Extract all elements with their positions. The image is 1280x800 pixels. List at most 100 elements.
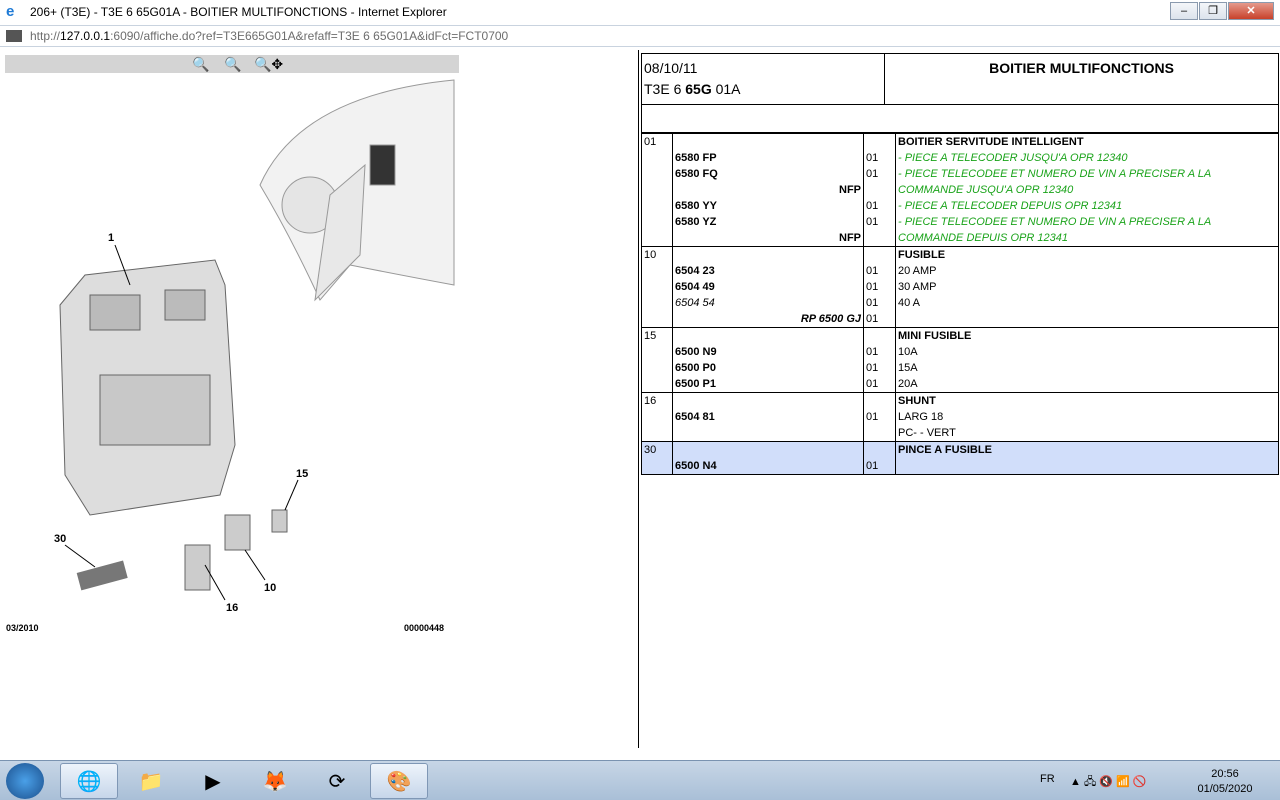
callout-1: 1: [108, 232, 114, 244]
description: - PIECE A TELECODER DEPUIS OPR 12341: [895, 198, 1279, 214]
table-row[interactable]: 30 PINCE A FUSIBLE: [641, 441, 1279, 458]
qty-cell: 01: [863, 409, 896, 425]
url[interactable]: http://127.0.0.1:6090/affiche.do?ref=T3E…: [30, 29, 508, 43]
qty-cell: [863, 182, 896, 198]
description: COMMANDE JUSQU'A OPR 12340: [895, 182, 1279, 198]
table-row[interactable]: NFP COMMANDE JUSQU'A OPR 12340: [641, 182, 1279, 198]
part-number: 6500 P0: [672, 360, 864, 376]
ie-logo-icon: e: [6, 3, 15, 20]
table-row[interactable]: 6500 N9 01 10A: [641, 344, 1279, 360]
taskbar-explorer[interactable]: 📁: [122, 763, 180, 799]
group-title: FUSIBLE: [895, 246, 1279, 263]
part-number: 6500 P1: [672, 376, 864, 393]
ref-cell: [641, 279, 673, 295]
taskbar-firefox[interactable]: 🦊: [246, 763, 304, 799]
table-row[interactable]: 01 BOITIER SERVITUDE INTELLIGENT: [641, 133, 1279, 150]
zoom-out-icon[interactable]: 🔍: [224, 55, 242, 73]
table-row[interactable]: 6504 23 01 20 AMP: [641, 263, 1279, 279]
group-title: MINI FUSIBLE: [895, 327, 1279, 344]
qty-cell: [863, 425, 896, 442]
start-button[interactable]: [6, 763, 44, 799]
table-row[interactable]: PC- - VERT: [641, 425, 1279, 442]
description: 40 A: [895, 295, 1279, 311]
qty-cell: 01: [863, 458, 896, 475]
table-row[interactable]: 6500 N4 01: [641, 458, 1279, 475]
ref-cell: [641, 198, 673, 214]
clock[interactable]: 20:56 01/05/2020: [1185, 767, 1265, 797]
table-row[interactable]: RP 6500 GJ 01: [641, 311, 1279, 328]
table-row[interactable]: 6504 49 01 30 AMP: [641, 279, 1279, 295]
bsi-module: [59, 259, 236, 516]
taskbar-media[interactable]: ▶: [184, 763, 242, 799]
qty-cell: 01: [863, 150, 896, 166]
tray-icons[interactable]: ▲ 🖧 🔇 📶 🚫: [1070, 773, 1146, 792]
qty-cell: 01: [863, 279, 896, 295]
group-title: SHUNT: [895, 392, 1279, 409]
description: - PIECE A TELECODER JUSQU'A OPR 12340: [895, 150, 1279, 166]
language-indicator[interactable]: FR: [1040, 773, 1055, 785]
description: [895, 311, 1279, 328]
title-bar: e 206+ (T3E) - T3E 6 65G01A - BOITIER MU…: [0, 0, 1280, 24]
table-row[interactable]: 6504 81 01 LARG 18: [641, 409, 1279, 425]
taskbar-ie[interactable]: 🌐: [60, 763, 118, 799]
url-rest: :6090/affiche.do?ref=T3E665G01A&refaff=T…: [110, 29, 509, 43]
address-bar[interactable]: http://127.0.0.1:6090/affiche.do?ref=T3E…: [0, 25, 1280, 47]
parts-diagram: 1 15 30 10 16 03/2010 00000448: [6, 79, 455, 633]
ref-cell: [641, 409, 673, 425]
restore-button[interactable]: ❐: [1199, 2, 1227, 20]
ref-cell: [641, 425, 673, 442]
table-row[interactable]: 10 FUSIBLE: [641, 246, 1279, 263]
table-row[interactable]: 6580 YY 01- PIECE A TELECODER DEPUIS OPR …: [641, 198, 1279, 214]
mini-fuse: [271, 509, 288, 533]
table-row[interactable]: NFP COMMANDE DEPUIS OPR 12341: [641, 230, 1279, 247]
part-cell: [672, 441, 864, 458]
header-ref: T3E 6 65G 01A: [644, 79, 882, 100]
taskbar-app[interactable]: ⟳: [308, 763, 366, 799]
close-button[interactable]: ✕: [1228, 2, 1274, 20]
qty-cell: 01: [863, 198, 896, 214]
blank-row: [641, 104, 1279, 133]
description: 20 AMP: [895, 263, 1279, 279]
description: - PIECE TELECODEE ET NUMERO DE VIN A PRE…: [895, 166, 1279, 182]
table-row[interactable]: 6580 FQ 01- PIECE TELECODEE ET NUMERO DE …: [641, 166, 1279, 182]
minimize-button[interactable]: –: [1170, 2, 1198, 20]
table-row[interactable]: 16 SHUNT: [641, 392, 1279, 409]
part-number: 6580 YY: [672, 198, 864, 214]
description: COMMANDE DEPUIS OPR 12341: [895, 230, 1279, 247]
part-number: NFP: [672, 230, 864, 247]
ref-suffix: 01A: [711, 81, 741, 97]
ref-cell: [641, 166, 673, 182]
parts-table: 01 BOITIER SERVITUDE INTELLIGENT 6580 FP 01…: [641, 133, 1279, 475]
zoom-in-icon[interactable]: 🔍: [192, 55, 210, 73]
part-cell: [672, 392, 864, 409]
ref-cell: 10: [641, 246, 673, 263]
qty-cell: 01: [863, 263, 896, 279]
part-number: 6580 FP: [672, 150, 864, 166]
pan-zoom-icon[interactable]: 🔍✥: [254, 55, 284, 73]
table-row[interactable]: 6500 P0 01 15A: [641, 360, 1279, 376]
table-row[interactable]: 6504 54 01 40 A: [641, 295, 1279, 311]
qty-cell: 01: [863, 360, 896, 376]
table-row[interactable]: 6580 YZ 01- PIECE TELECODEE ET NUMERO DE …: [641, 214, 1279, 230]
callout-30: 30: [54, 533, 66, 545]
part-number: NFP: [672, 182, 864, 198]
ref-cell: [641, 295, 673, 311]
table-row[interactable]: 15 MINI FUSIBLE: [641, 327, 1279, 344]
part-cell: [672, 246, 864, 263]
taskbar-paint[interactable]: 🎨: [370, 763, 428, 799]
table-row[interactable]: 6580 FP 01- PIECE A TELECODER JUSQU'A OPR…: [641, 150, 1279, 166]
qty-cell: [863, 327, 896, 344]
header-date: 08/10/11: [644, 60, 698, 76]
fuse: [224, 514, 251, 551]
ref-prefix: T3E 6: [644, 81, 686, 97]
table-row[interactable]: 6500 P1 01 20A: [641, 376, 1279, 393]
ref-cell: [641, 344, 673, 360]
ref-cell: [641, 182, 673, 198]
part-number: 6504 81: [672, 409, 864, 425]
ref-cell: [641, 214, 673, 230]
qty-cell: [863, 392, 896, 409]
clock-date: 01/05/2020: [1197, 783, 1253, 795]
ref-cell: [641, 458, 673, 475]
description: 15A: [895, 360, 1279, 376]
qty-cell: [863, 133, 896, 150]
